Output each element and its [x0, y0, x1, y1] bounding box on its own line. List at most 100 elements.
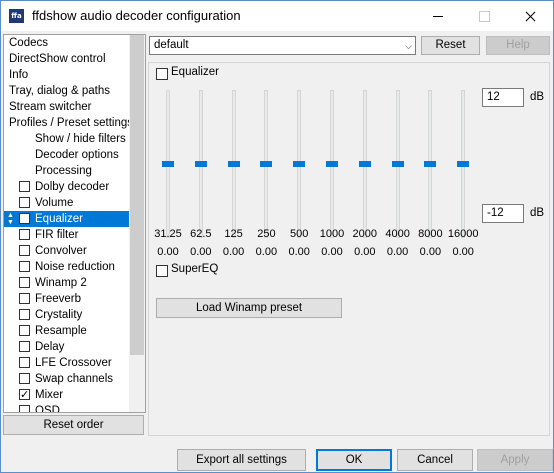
eq-band-frequency: 4000 [385, 228, 410, 240]
eq-slider-thumb[interactable] [358, 161, 371, 167]
tree-item[interactable]: Dolby decoder [4, 179, 129, 195]
tree-item[interactable]: Noise reduction [4, 259, 129, 275]
cancel-button[interactable]: Cancel [397, 449, 473, 471]
eq-band-frequency: 125 [224, 228, 243, 240]
tree-item-label: OSD [35, 405, 60, 413]
tree-item[interactable]: Profiles / Preset settings [4, 115, 133, 131]
tree-item-checkbox[interactable] [19, 277, 30, 288]
filter-tree[interactable]: Codecs DirectShow control Info Tray, dialog… [3, 34, 146, 413]
max-db-input[interactable]: 12 [482, 88, 524, 107]
tree-item[interactable]: FIR filter [4, 227, 129, 243]
eq-slider-thumb[interactable] [293, 161, 306, 167]
apply-button: Apply [477, 449, 553, 471]
tree-item-checkbox[interactable] [19, 261, 30, 272]
tree-item[interactable]: Crystality [4, 307, 129, 323]
tree-item[interactable]: Freeverb [4, 291, 129, 307]
tree-item-checkbox[interactable] [19, 387, 30, 403]
tree-item-checkbox[interactable] [19, 405, 30, 412]
eq-slider-thumb[interactable] [391, 161, 404, 167]
eq-slider-thumb[interactable] [194, 161, 207, 167]
tree-item-checkbox[interactable] [19, 309, 30, 320]
tree-item-label: Convolver [35, 245, 87, 257]
eq-band-value: 0.00 [222, 246, 245, 258]
title-bar[interactable]: ffa ffdshow audio decoder configuration [1, 1, 553, 31]
tree-item[interactable]: Show / hide filters [4, 131, 129, 147]
tree-item[interactable]: Mixer [4, 387, 129, 403]
eq-band-value: 0.00 [321, 246, 343, 258]
ok-button[interactable]: OK [316, 449, 392, 471]
eq-slider-thumb[interactable] [424, 161, 437, 167]
tree-item[interactable]: Decoder options [4, 147, 129, 163]
tree-item-checkbox[interactable] [19, 373, 30, 384]
tree-item-label: Decoder options [35, 149, 119, 161]
eq-band-frequency: 31.25 [154, 228, 182, 240]
tree-item[interactable]: Codecs [4, 35, 129, 51]
eq-slider-thumb[interactable] [260, 161, 273, 167]
tree-item-label: Stream switcher [9, 101, 92, 113]
tree-item[interactable]: OSD [4, 403, 129, 413]
tree-item[interactable]: Tray, dialog & paths [4, 83, 129, 99]
reset-button[interactable]: Reset [421, 36, 480, 55]
eq-band-frequency: 1000 [319, 228, 345, 240]
tree-item-checkbox[interactable] [19, 213, 30, 224]
tree-item-label: Crystality [35, 309, 83, 321]
tree-item-checkbox[interactable] [19, 245, 30, 256]
tree-item-label: Winamp 2 [35, 277, 87, 289]
eq-slider-thumb[interactable] [162, 161, 174, 167]
min-db-input[interactable]: -12 [482, 204, 524, 223]
tree-item-checkbox[interactable] [19, 197, 30, 208]
tree-item[interactable]: Convolver [4, 243, 129, 259]
tree-item[interactable]: ▲ ▼ Equalizer [4, 211, 129, 227]
eq-slider-thumb[interactable] [227, 161, 240, 167]
maximize-button [461, 1, 507, 31]
tree-item-checkbox[interactable] [19, 325, 30, 336]
eq-band-frequency: 2000 [352, 228, 378, 240]
tree-item-label: DirectShow control [9, 53, 106, 65]
reset-order-button[interactable]: Reset order [3, 415, 144, 435]
tree-scrollbar-thumb[interactable] [130, 35, 144, 355]
tree-item-label: Profiles / Preset settings [9, 117, 133, 129]
eq-slider-thumb[interactable] [326, 161, 338, 167]
tree-item-label: Processing [35, 165, 92, 177]
preset-dropdown[interactable]: default ⌵ [149, 36, 416, 55]
tree-scrollbar[interactable] [129, 35, 145, 412]
eq-band-value: 0.00 [255, 246, 278, 258]
tree-item-label: Codecs [9, 37, 48, 49]
tree-item-label: Delay [35, 341, 65, 353]
tree-item[interactable]: Processing [4, 163, 129, 179]
tree-item[interactable]: Swap channels [4, 371, 129, 387]
tree-item[interactable]: Resample [4, 323, 129, 339]
eq-slider-thumb[interactable] [457, 161, 470, 167]
max-db-unit: dB [530, 91, 545, 103]
tree-item-label: Swap channels [35, 373, 113, 385]
reorder-arrows-icon[interactable]: ▲ ▼ [7, 212, 15, 226]
tree-item-checkbox[interactable] [19, 181, 30, 192]
tree-item-checkbox[interactable] [19, 293, 30, 304]
tree-item-checkbox[interactable] [19, 357, 30, 368]
tree-item[interactable]: Delay [4, 339, 129, 355]
tree-item[interactable]: Volume [4, 195, 129, 211]
tree-item-label: Tray, dialog & paths [9, 85, 110, 97]
load-winamp-preset-button[interactable]: Load Winamp preset [156, 298, 342, 318]
close-button[interactable] [507, 1, 553, 31]
eq-band-value: 0.00 [190, 246, 212, 258]
eq-band-frequency: 250 [257, 228, 276, 240]
window-title: ffdshow audio decoder configuration [32, 8, 241, 23]
tree-item[interactable]: Winamp 2 [4, 275, 129, 291]
min-db-unit: dB [530, 207, 545, 219]
tree-item-checkbox[interactable] [19, 341, 30, 352]
tree-item[interactable]: DirectShow control [4, 51, 129, 67]
tree-item[interactable]: LFE Crossover [4, 355, 129, 371]
supereq-checkbox[interactable] [156, 265, 168, 277]
minimize-button[interactable] [415, 1, 461, 31]
preset-dropdown-value: default [154, 39, 189, 51]
tree-item[interactable]: Stream switcher [4, 99, 129, 115]
export-all-settings-button[interactable]: Export all settings [177, 449, 306, 471]
tree-item[interactable]: Info [4, 67, 129, 83]
tree-item-label: FIR filter [35, 229, 79, 241]
tree-item-label: Volume [35, 197, 74, 209]
eq-band-value: 0.00 [354, 246, 376, 258]
eq-band-frequency: 500 [290, 228, 309, 240]
tree-item-checkbox[interactable] [19, 229, 30, 240]
equalizer-enable-checkbox[interactable] [156, 68, 168, 80]
